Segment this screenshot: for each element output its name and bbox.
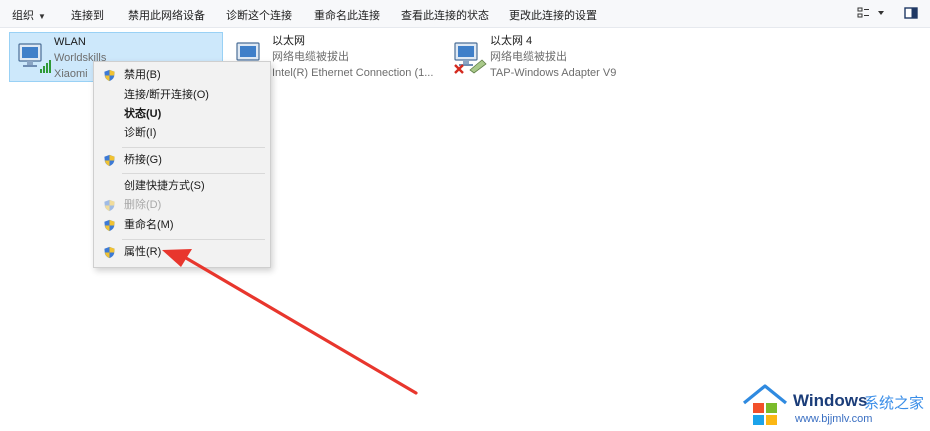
watermark-subtitle: 系统之家 <box>864 395 925 412</box>
watermark-url: www.bjjmlv.com <box>795 413 873 425</box>
windows-house-logo-icon <box>742 384 788 425</box>
watermark: Windows 系统之家 www.bjjmlv.com <box>740 383 925 429</box>
annotation-arrow <box>162 249 418 395</box>
watermark-title: Windows <box>793 391 868 410</box>
